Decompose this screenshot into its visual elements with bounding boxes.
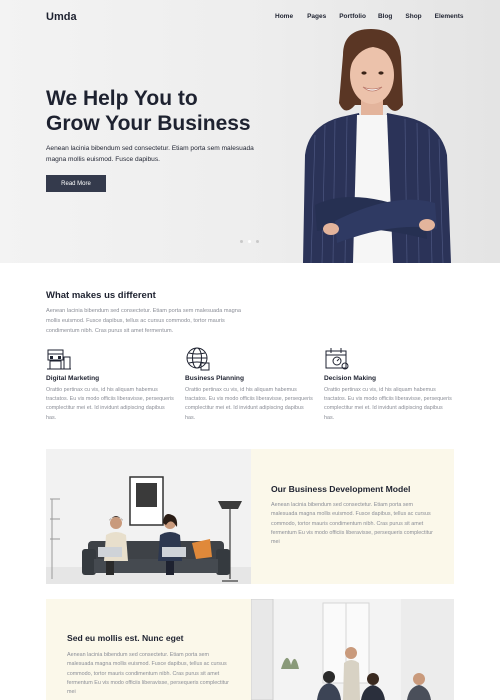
hero-title-line-2: Grow Your Business [46, 112, 251, 135]
nav-item-elements[interactable]: Elements [435, 13, 464, 20]
section-description: Aenean lacinia bibendum sed consectetur.… [46, 308, 241, 334]
section-title: What makes us different [46, 290, 156, 301]
feature-description: Orattio pertinax cu vis, id his aliquam … [185, 387, 313, 421]
feature-decision-making: Decision Making Orattio pertinax cu vis,… [324, 346, 454, 421]
store-icon [47, 349, 71, 370]
info-panel: Sed eu mollis est. Nunc eget Aenean laci… [46, 599, 251, 700]
business-model-panel: Our Business Development Model Aenean la… [251, 449, 454, 584]
site-logo[interactable]: Umda [46, 11, 77, 23]
calendar-icon [325, 348, 349, 370]
hero-section: Umda Home Pages Portfolio Blog Shop Elem… [0, 0, 500, 263]
hero-description: Aenean lacinia bibendum sed consectetur.… [46, 145, 254, 163]
panel-description: Aenean lacinia bibendum sed consectetur.… [271, 502, 433, 546]
carousel-dot[interactable] [256, 240, 259, 243]
globe-icon [186, 347, 210, 371]
hero-title: We Help You to Grow Your Business [46, 86, 286, 136]
carousel-dots [240, 240, 259, 243]
nav-item-blog[interactable]: Blog [378, 13, 392, 20]
carousel-dot-active[interactable] [248, 240, 251, 243]
nav-item-portfolio[interactable]: Portfolio [339, 13, 366, 20]
nav-item-shop[interactable]: Shop [405, 13, 421, 20]
feature-title: Decision Making [324, 375, 377, 382]
feature-title: Digital Marketing [46, 375, 100, 382]
carousel-dot[interactable] [240, 240, 243, 243]
feature-business-planning: Business Planning Orattio pertinax cu vi… [185, 346, 315, 421]
feature-digital-marketing: Digital Marketing Orattio pertinax cu vi… [46, 346, 176, 421]
hero-title-line-1: We Help You to [46, 87, 198, 110]
panel-description: Aenean lacinia bibendum sed consectetur.… [67, 652, 229, 696]
feature-description: Orattio pertinax cu vis, id his aliquam … [46, 387, 174, 421]
panel-title: Sed eu mollis est. Nunc eget [67, 633, 184, 643]
nav-item-home[interactable]: Home [275, 13, 293, 20]
nav-item-pages[interactable]: Pages [307, 13, 326, 20]
feature-title: Business Planning [185, 375, 244, 382]
panel-title: Our Business Development Model [271, 484, 411, 494]
hero-portrait-image [303, 29, 451, 263]
office-photo [46, 449, 251, 584]
read-more-button[interactable]: Read More [46, 175, 106, 192]
feature-description: Orattio pertinax cu vis, id his aliquam … [324, 387, 452, 421]
main-nav: Home Pages Portfolio Blog Shop Elements [275, 13, 464, 20]
meeting-photo [251, 599, 454, 700]
